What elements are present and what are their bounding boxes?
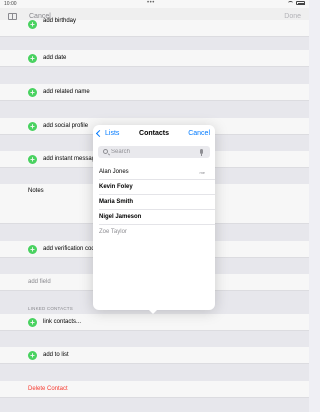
contact-name: Kevin Foley — [99, 184, 133, 190]
contact-list: Alan Jones me Kevin Foley Maria Smith Ni… — [93, 165, 215, 240]
contact-name: Alan Jones — [99, 169, 129, 175]
search-field[interactable] — [98, 146, 210, 158]
contact-name: Maria Smith — [99, 199, 134, 205]
popover-header: Lists Contacts Cancel — [93, 125, 215, 145]
contact-item[interactable]: Maria Smith — [99, 195, 215, 210]
contact-name: Zoe Taylor — [99, 229, 127, 235]
status-time: 10:00 — [4, 1, 17, 7]
contact-item[interactable]: Kevin Foley — [99, 180, 215, 195]
microphone-icon[interactable] — [200, 149, 203, 156]
contact-name: Nigel Jameson — [99, 214, 142, 220]
popover-cancel-button[interactable]: Cancel — [188, 130, 210, 137]
battery-icon — [296, 1, 305, 5]
me-badge: me — [199, 170, 205, 175]
contact-item[interactable]: Nigel Jameson — [99, 210, 215, 225]
wifi-icon — [288, 1, 293, 5]
search-input[interactable] — [111, 147, 196, 157]
popover-arrow — [148, 309, 158, 314]
contact-item[interactable]: Alan Jones me — [99, 165, 215, 180]
contacts-popover: Lists Contacts Cancel Alan Jones me Kevi… — [93, 125, 215, 310]
contact-item[interactable]: Zoe Taylor — [99, 225, 215, 240]
status-bar: 10:00 ••• — [0, 0, 309, 8]
search-icon — [103, 149, 108, 154]
status-icons — [288, 1, 305, 5]
multitasking-dots: ••• — [147, 0, 155, 6]
